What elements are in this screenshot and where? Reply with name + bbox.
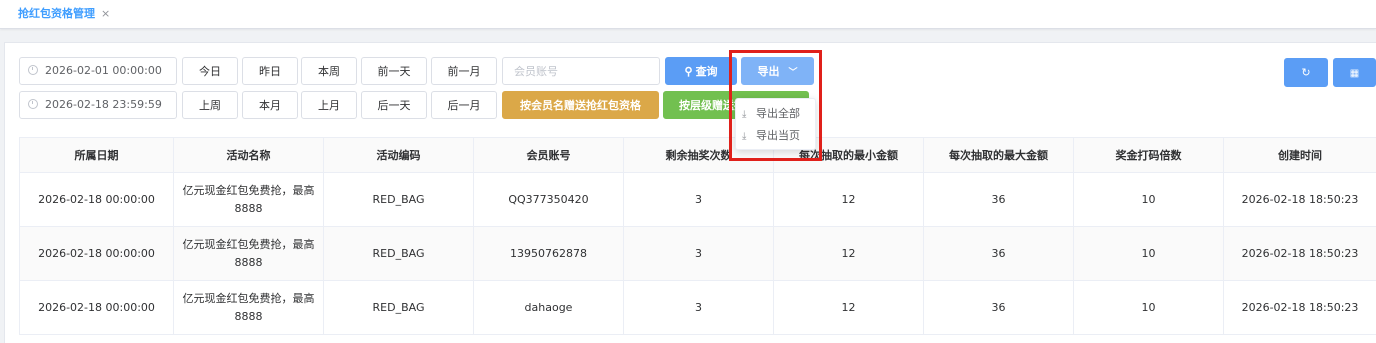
cell-remaining-draws: 3 <box>624 227 774 281</box>
qualification-table: 所属日期 活动名称 活动编码 会员账号 剩余抽奖次数 每次抽取的最小金额 每次抽… <box>19 137 1376 335</box>
cell-activity-name: 亿元现金红包免费抢，最高8888 <box>174 227 324 281</box>
this-month-button[interactable]: 本月 <box>242 91 298 119</box>
gift-by-member-button[interactable]: 按会员名赠送抢红包资格 <box>502 91 659 119</box>
last-week-button[interactable]: 上周 <box>182 91 238 119</box>
cell-min-amount: 12 <box>774 173 924 227</box>
cell-activity-code: RED_BAG <box>324 173 474 227</box>
export-button-label: 导出 <box>757 66 779 78</box>
start-date-value: 2026-02-01 00:00:00 <box>45 64 162 77</box>
next-month-button[interactable]: 后一月 <box>431 91 497 119</box>
table-header-row: 所属日期 活动名称 活动编码 会员账号 剩余抽奖次数 每次抽取的最小金额 每次抽… <box>20 138 1376 173</box>
export-all-item[interactable]: ⤓ 导出全部 <box>736 103 815 125</box>
cell-remaining-draws: 3 <box>624 281 774 335</box>
chevron-down-icon: ﹀ <box>789 67 798 77</box>
tab-close-icon[interactable]: × <box>101 7 110 20</box>
previous-month-button[interactable]: 前一月 <box>431 57 497 85</box>
header-date[interactable]: 所属日期 <box>20 138 174 173</box>
query-button[interactable]: ⚲ 查询 <box>665 57 737 85</box>
cell-activity-code: RED_BAG <box>324 281 474 335</box>
export-current-page-item[interactable]: ⤓ 导出当页 <box>736 125 815 147</box>
cell-remaining-draws: 3 <box>624 173 774 227</box>
export-dropdown-menu: ⤓ 导出全部 ⤓ 导出当页 <box>735 98 816 150</box>
start-date-picker[interactable]: 2026-02-01 00:00:00 <box>19 57 177 85</box>
clock-icon <box>28 99 38 109</box>
cell-wager-multiplier: 10 <box>1074 173 1224 227</box>
cell-member-account: dahaoge <box>474 281 624 335</box>
cell-min-amount: 12 <box>774 227 924 281</box>
cell-max-amount: 36 <box>924 227 1074 281</box>
end-date-value: 2026-02-18 23:59:59 <box>45 98 162 111</box>
header-wager-multiplier[interactable]: 奖金打码倍数 <box>1074 138 1224 173</box>
export-all-label: 导出全部 <box>756 107 800 120</box>
table-row[interactable]: 2026-02-18 00:00:00 亿元现金红包免费抢，最高8888 RED… <box>20 173 1376 227</box>
header-member-account[interactable]: 会员账号 <box>474 138 624 173</box>
cell-activity-code: RED_BAG <box>324 227 474 281</box>
search-icon: ⚲ <box>684 66 692 78</box>
table-row[interactable]: 2026-02-18 00:00:00 亿元现金红包免费抢，最高8888 RED… <box>20 281 1376 335</box>
export-button[interactable]: 导出 ﹀ <box>741 57 814 85</box>
cell-min-amount: 12 <box>774 281 924 335</box>
last-month-button[interactable]: 上月 <box>301 91 357 119</box>
cell-max-amount: 36 <box>924 281 1074 335</box>
this-week-button[interactable]: 本周 <box>301 57 357 85</box>
tab-label: 抢红包资格管理 <box>18 7 95 20</box>
header-activity-code[interactable]: 活动编码 <box>324 138 474 173</box>
cell-created-time: 2026-02-18 18:50:23 <box>1224 227 1376 281</box>
cell-max-amount: 36 <box>924 173 1074 227</box>
export-current-page-label: 导出当页 <box>756 129 800 142</box>
refresh-icon: ↻ <box>1301 67 1310 79</box>
cell-wager-multiplier: 10 <box>1074 227 1224 281</box>
column-settings-button[interactable]: ▦ <box>1333 58 1376 87</box>
cell-created-time: 2026-02-18 18:50:23 <box>1224 173 1376 227</box>
cell-date: 2026-02-18 00:00:00 <box>20 227 174 281</box>
refresh-button[interactable]: ↻ <box>1284 58 1328 87</box>
table-row[interactable]: 2026-02-18 00:00:00 亿元现金红包免费抢，最高8888 RED… <box>20 227 1376 281</box>
end-date-picker[interactable]: 2026-02-18 23:59:59 <box>19 91 177 119</box>
header-created-time[interactable]: 创建时间 <box>1224 138 1376 173</box>
cell-activity-name: 亿元现金红包免费抢，最高8888 <box>174 173 324 227</box>
next-day-button[interactable]: 后一天 <box>361 91 427 119</box>
tab-bar: 抢红包资格管理 × <box>0 0 1376 29</box>
cell-wager-multiplier: 10 <box>1074 281 1224 335</box>
cell-activity-name: 亿元现金红包免费抢，最高8888 <box>174 281 324 335</box>
header-activity-name[interactable]: 活动名称 <box>174 138 324 173</box>
download-icon: ⤓ <box>742 126 752 148</box>
cell-member-account: 13950762878 <box>474 227 624 281</box>
previous-day-button[interactable]: 前一天 <box>361 57 427 85</box>
cell-created-time: 2026-02-18 18:50:23 <box>1224 281 1376 335</box>
yesterday-button[interactable]: 昨日 <box>242 57 298 85</box>
tab-red-bag-qualification[interactable]: 抢红包资格管理 × <box>18 5 110 21</box>
grid-icon: ▦ <box>1350 68 1359 79</box>
query-button-label: 查询 <box>696 66 718 78</box>
header-max-amount[interactable]: 每次抽取的最大金额 <box>924 138 1074 173</box>
cell-member-account: QQ377350420 <box>474 173 624 227</box>
cell-date: 2026-02-18 00:00:00 <box>20 173 174 227</box>
clock-icon <box>28 65 38 75</box>
member-account-input[interactable] <box>502 57 660 85</box>
today-button[interactable]: 今日 <box>182 57 238 85</box>
download-icon: ⤓ <box>742 104 752 126</box>
cell-date: 2026-02-18 00:00:00 <box>20 281 174 335</box>
